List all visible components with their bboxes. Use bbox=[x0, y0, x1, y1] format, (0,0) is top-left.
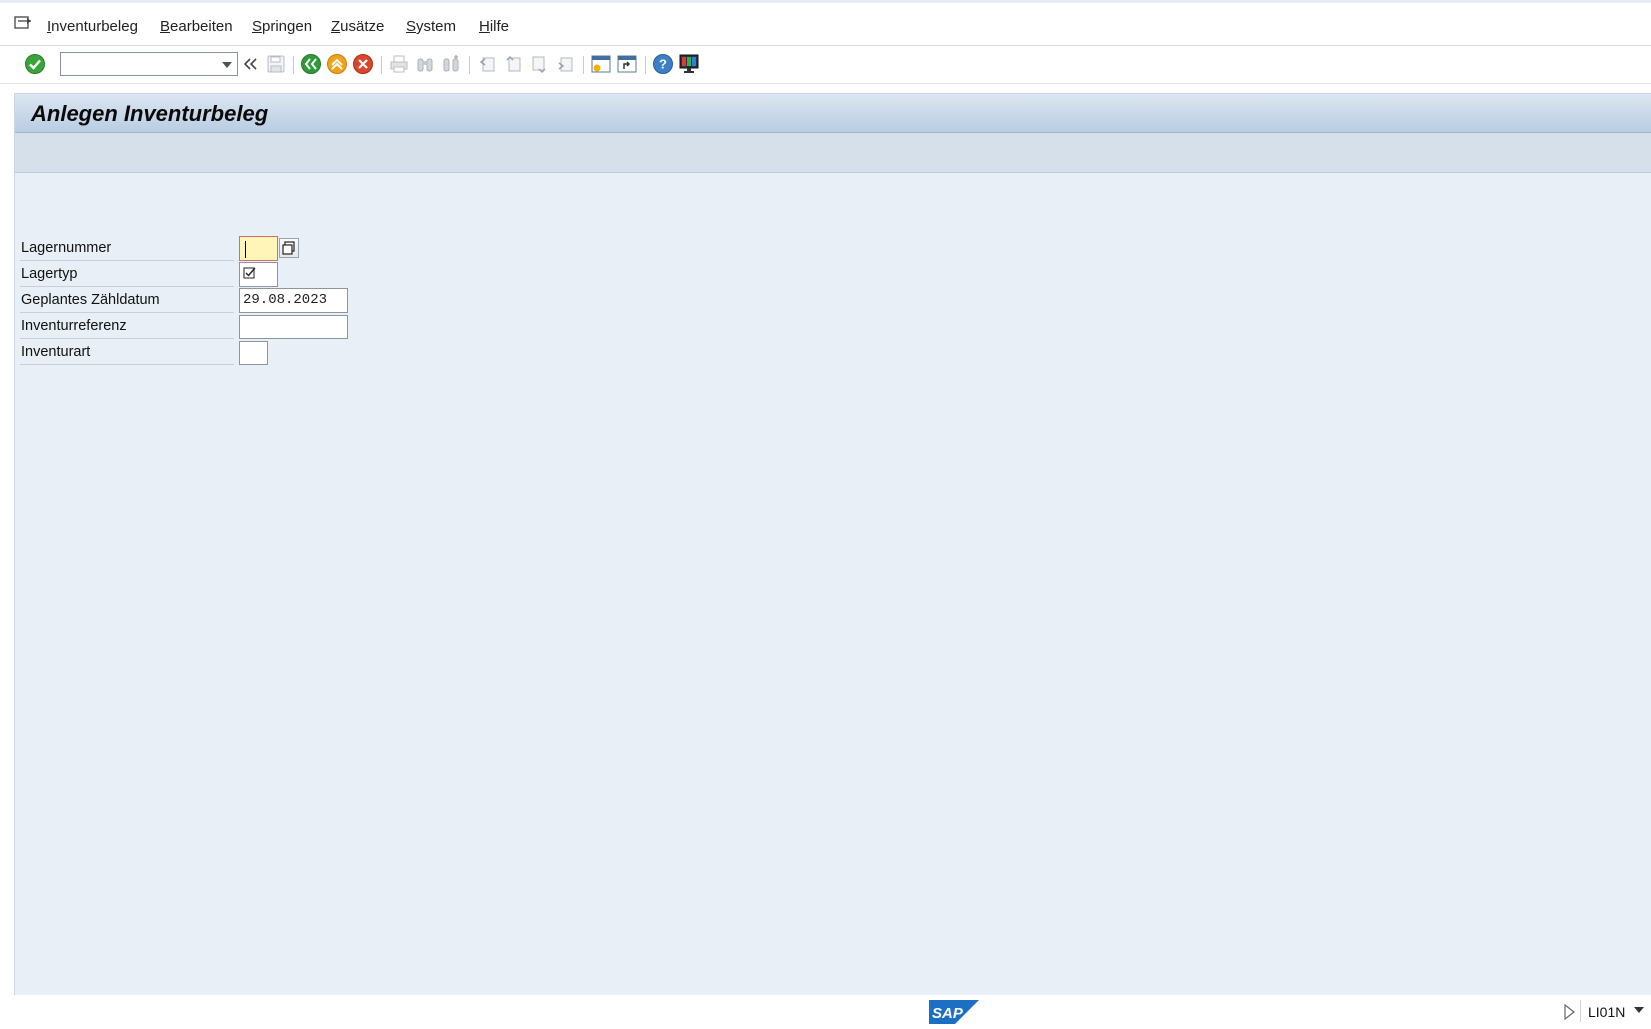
last-page-icon[interactable] bbox=[553, 52, 577, 76]
lagernummer-input[interactable] bbox=[239, 236, 278, 261]
menu-zusaetze[interactable]: Zusätze bbox=[331, 18, 384, 35]
menu-bearbeiten[interactable]: Bearbeiten bbox=[160, 18, 233, 35]
customize-layout-icon[interactable] bbox=[677, 52, 701, 76]
svg-text:SAP: SAP bbox=[932, 1005, 964, 1022]
back-double-arrow-icon[interactable] bbox=[238, 52, 262, 76]
field-label-lagertyp: Lagertyp bbox=[21, 266, 78, 282]
save-icon[interactable] bbox=[264, 52, 288, 76]
help-icon[interactable]: ? bbox=[651, 52, 675, 76]
previous-page-icon[interactable] bbox=[501, 52, 525, 76]
multiple-selection-icon bbox=[282, 241, 295, 255]
form-row-inventurart: Inventurart bbox=[20, 338, 234, 365]
sap-logo: SAP bbox=[929, 1000, 979, 1024]
first-page-icon[interactable] bbox=[475, 52, 499, 76]
new-session-icon[interactable] bbox=[589, 52, 613, 76]
menu-springen[interactable]: Springen bbox=[252, 18, 312, 35]
cancel-icon[interactable] bbox=[351, 52, 375, 76]
inventurart-input[interactable] bbox=[239, 341, 268, 365]
system-menu-icon[interactable] bbox=[14, 15, 32, 31]
application-toolbar bbox=[15, 133, 1651, 173]
field-label-inventurart: Inventurart bbox=[21, 344, 91, 360]
create-shortcut-icon[interactable] bbox=[615, 52, 639, 76]
exit-icon[interactable] bbox=[325, 52, 349, 76]
form-row-geplantes-zaehldatum: Geplantes Zähldatum bbox=[20, 286, 234, 313]
play-triangle-icon[interactable] bbox=[1563, 1004, 1575, 1020]
menu-system[interactable]: System bbox=[406, 18, 456, 35]
chevron-down-icon[interactable] bbox=[222, 62, 232, 68]
standard-toolbar: ? bbox=[0, 46, 1651, 84]
field-label-lagernummer: Lagernummer bbox=[21, 240, 112, 256]
menu-bar: Inventurbeleg Bearbeiten Springen Zusätz… bbox=[0, 3, 1651, 46]
multiple-selection-button[interactable] bbox=[279, 238, 299, 258]
inventurreferenz-input[interactable] bbox=[239, 315, 348, 339]
geplantes-zaehldatum-input[interactable]: 29.08.2023 bbox=[239, 288, 348, 313]
form-row-lagertyp: Lagertyp bbox=[20, 260, 234, 287]
lagertyp-input[interactable] bbox=[239, 262, 278, 287]
next-page-icon[interactable] bbox=[527, 52, 551, 76]
checkbox-checked-icon bbox=[243, 267, 256, 279]
status-bar bbox=[0, 995, 1651, 1029]
menu-inventurbeleg[interactable]: Inventurbeleg bbox=[47, 18, 138, 35]
text-cursor bbox=[245, 241, 246, 258]
main-screen-area: Anlegen Inventurbeleg Lagernummer Lagert… bbox=[14, 93, 1651, 996]
chevron-down-icon[interactable] bbox=[1634, 1007, 1644, 1013]
form-row-inventurreferenz: Inventurreferenz bbox=[20, 312, 234, 339]
print-icon[interactable] bbox=[387, 52, 411, 76]
enter-icon[interactable] bbox=[23, 52, 47, 76]
transaction-code: LI01N bbox=[1588, 1004, 1626, 1020]
back-icon[interactable] bbox=[299, 52, 323, 76]
field-label-inventurreferenz: Inventurreferenz bbox=[21, 318, 127, 334]
command-field[interactable] bbox=[60, 52, 238, 76]
field-label-geplantes-zaehldatum: Geplantes Zähldatum bbox=[21, 292, 160, 308]
find-next-icon[interactable] bbox=[439, 52, 463, 76]
find-icon[interactable] bbox=[413, 52, 437, 76]
page-title: Anlegen Inventurbeleg bbox=[31, 101, 269, 126]
screen-title-bar: Anlegen Inventurbeleg bbox=[15, 94, 1651, 133]
menu-hilfe[interactable]: Hilfe bbox=[479, 18, 509, 35]
svg-text:?: ? bbox=[659, 57, 667, 72]
form-row-lagernummer: Lagernummer bbox=[20, 234, 234, 261]
status-bar-separator bbox=[1580, 1000, 1581, 1022]
